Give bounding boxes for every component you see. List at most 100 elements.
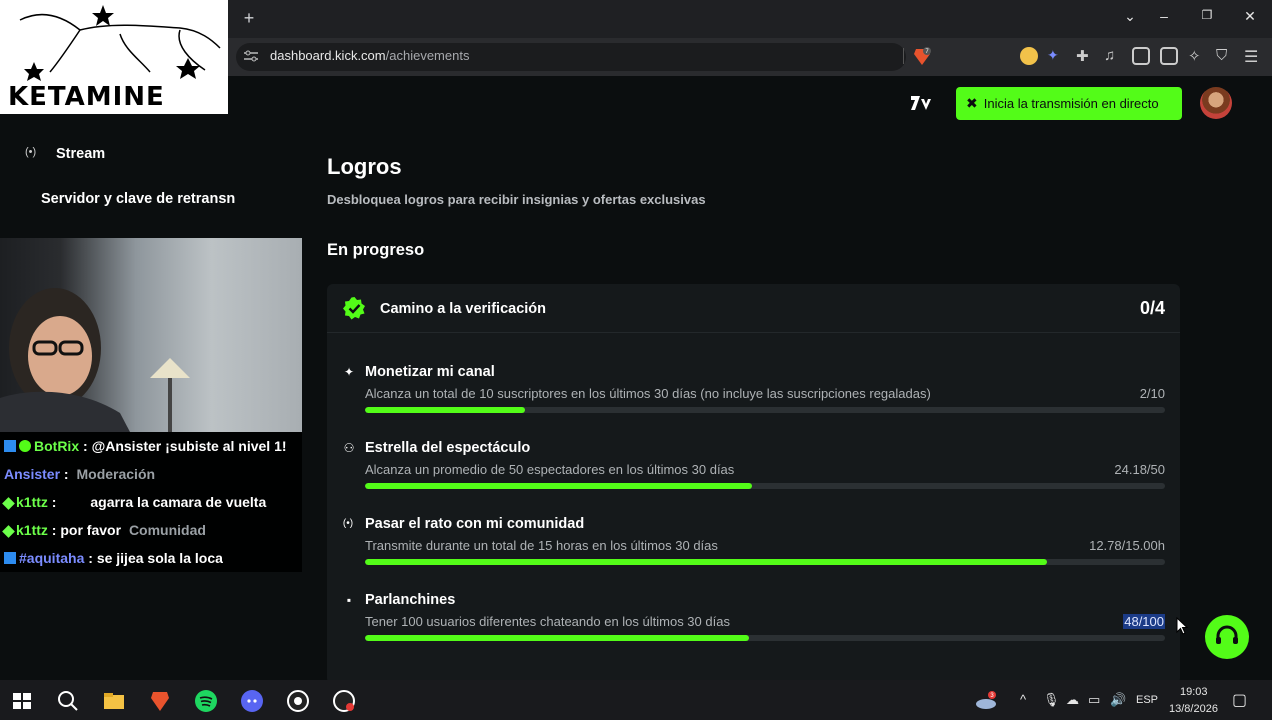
menu-icon[interactable]: ☰ [1244,47,1262,66]
chat-separator: : [60,466,73,482]
broadcast-icon: (•) [25,146,37,158]
wallet-icon[interactable] [1160,47,1178,65]
microphone-icon[interactable]: 🎙 [1043,692,1060,708]
broadcast-icon: (•) [342,518,354,529]
achievement-value: 24.18/50 [1114,462,1165,477]
discord-icon[interactable] [240,689,264,713]
card-title: Camino a la verificación [380,301,547,317]
sparkle-icon: ✦ [343,365,355,379]
logo-text: KETAMINE [8,82,165,112]
clock-time[interactable]: 19:03 [1180,686,1208,698]
site-settings-icon[interactable] [244,50,258,62]
mouse-cursor-icon [1176,617,1188,635]
vpn-shield-icon[interactable]: ⛉ [1216,47,1234,65]
page-title: Logros [327,154,402,179]
achievement-title: Estrella del espectáculo [365,440,531,456]
chat-username: Ansister [4,466,61,482]
chat-message: k1ttz : por favor Comunidad [2,522,206,538]
progress-bar [365,559,1165,565]
sidebar-toggle-icon[interactable] [1132,47,1150,65]
taskbar [0,680,1272,720]
brave-browser-icon[interactable] [148,689,172,713]
tray-expand-icon[interactable]: ^ [1020,692,1026,707]
section-title: En progreso [327,241,425,259]
restore-button[interactable]: ❐ [1197,8,1217,22]
chat-icon: ▪ [346,593,352,607]
language-indicator[interactable]: ESP [1136,694,1158,706]
file-explorer-icon[interactable] [102,689,126,713]
kick-logo-icon: ✖ [966,95,978,111]
chat-text: agarra la camara de vuelta [90,494,267,510]
achievement-value: 48/100 [1123,614,1165,629]
go-live-label: Inicia la transmisión en directo [983,96,1159,111]
brave-shields-icon[interactable]: 7 [912,46,932,66]
search-icon[interactable] [56,689,80,713]
stream-chat: BotRix : @Ansister ¡subiste al nivel 1! … [0,432,302,572]
seven-tv-icon[interactable] [910,93,932,113]
emoji-extension-icon[interactable] [1020,47,1038,65]
chat-separator: : [79,438,92,454]
sidebar-item-server-key[interactable]: Servidor y clave de retransn [41,191,235,207]
card-count: 0/4 [1139,298,1165,318]
extensions-puzzle-icon[interactable]: ✚ [1076,47,1094,65]
headset-icon [1216,625,1238,644]
avatar[interactable] [1200,87,1232,119]
progress-bar [365,407,1165,413]
verified-bot-icon [19,440,31,452]
tab-list-dropdown-icon[interactable]: ⌄ [1120,8,1140,25]
network-icon[interactable]: ▭ [1088,692,1100,708]
chat-text: se jijea sola la loca [96,550,223,566]
achievement-description: Alcanza un promedio de 50 espectadores e… [365,462,735,477]
spotify-icon[interactable] [194,689,218,713]
chat-username: k1ttz [16,494,48,510]
chat-username: #aquitaha [19,550,85,566]
horse-drawing-icon [19,5,221,81]
notifications-icon[interactable]: ▢ [1232,690,1247,710]
sidebar-item-community[interactable]: Comunidad [129,522,206,538]
cloud-sync-icon[interactable]: ☁ [1066,692,1079,708]
webcam-person-image [0,288,190,432]
chat-text: @Ansister ¡subiste al nivel 1! [91,438,287,454]
obs-recording-icon[interactable] [332,689,356,713]
audience-icon: ⚇ [343,441,355,455]
progress-fill [365,559,1047,565]
windows-start-icon[interactable] [10,689,34,713]
go-live-button[interactable]: ✖ Inicia la transmisión en directo [956,87,1182,120]
card-header[interactable]: Camino a la verificación 0/4 [327,284,1180,333]
achievement-title: Monetizar mi canal [365,364,495,380]
chat-message: k1ttz : agarra la camara de vuelta [2,494,267,510]
progress-bar [365,483,1165,489]
channel-logo: KETAMINE [0,0,228,114]
new-tab-button[interactable]: + [240,8,258,28]
sidebar-item-stream[interactable]: Stream [56,146,105,162]
mod-badge-icon [4,440,16,452]
achievement-description: Tener 100 usuarios diferentes chateando … [365,614,730,629]
url-text[interactable]: dashboard.kick.com/achievements [270,48,469,63]
page-subtitle: Desbloquea logros para recibir insignias… [327,192,706,207]
minimize-button[interactable]: – [1154,8,1174,24]
progress-fill [365,483,752,489]
sidebar-item-moderation[interactable]: Moderación [76,466,155,482]
achievement-title: Pasar el rato con mi comunidad [365,516,585,532]
subscriber-badge-icon [2,497,15,510]
help-button[interactable] [1205,615,1249,659]
chat-separator: : [47,522,61,538]
achievement-value: 2/10 [1139,386,1165,401]
leo-ai-icon[interactable]: ✧ [1188,47,1206,65]
verified-badge-icon [343,297,365,320]
chat-text: por favor [60,522,122,538]
url-domain: dashboard.kick.com [270,48,386,63]
volume-icon[interactable]: 🔊 [1110,692,1126,708]
progress-fill [365,635,749,641]
obs-icon[interactable] [286,689,310,713]
media-icon[interactable]: ♫ [1104,47,1122,65]
chat-message: #aquitaha : se jijea sola la loca [4,550,223,566]
achievement-value: 12.78/15.00h [1089,538,1165,553]
clock-date[interactable]: 13/8/2026 [1169,703,1218,715]
seven-tv-extension-icon[interactable]: ✦ [1047,47,1065,65]
weather-icon[interactable]: 3 [974,689,998,713]
chat-username: BotRix [34,438,80,454]
progress-fill [365,407,525,413]
close-window-button[interactable]: ✕ [1240,8,1260,25]
mod-badge-icon [4,552,16,564]
